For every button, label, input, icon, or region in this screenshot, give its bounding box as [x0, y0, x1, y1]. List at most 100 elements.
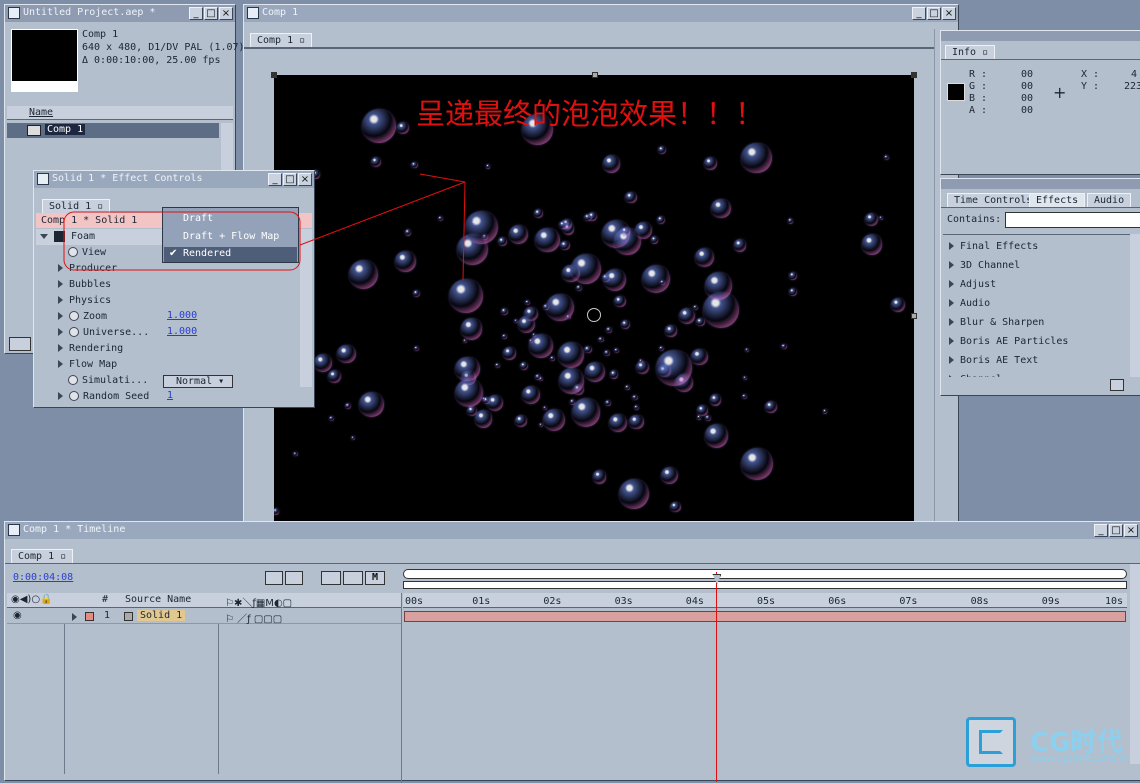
- effect-category[interactable]: Blur & Sharpen: [949, 313, 1044, 332]
- stopwatch-icon[interactable]: [69, 327, 79, 337]
- canvas-handle[interactable]: [592, 72, 598, 78]
- timecode-display[interactable]: 0:00:04:08: [13, 572, 73, 583]
- source-name-column-header[interactable]: Source Name: [125, 594, 191, 605]
- expand-triangle-icon[interactable]: [949, 280, 954, 288]
- project-item-comp[interactable]: Comp 1: [7, 123, 219, 138]
- maximize-button[interactable]: □: [204, 7, 218, 20]
- time-ruler[interactable]: 00s 01s 02s 03s 04s 05s 06s 07s 08s 09s 10s: [403, 593, 1127, 608]
- layer-switch-icons[interactable]: ⚐ ／ƒ ▢▢▢: [225, 610, 282, 625]
- expand-triangle-icon[interactable]: [58, 264, 63, 272]
- expand-triangle-icon[interactable]: [72, 613, 77, 621]
- effect-controls-titlebar[interactable]: Solid 1 * Effect Controls _ □ ×: [34, 171, 314, 188]
- time-navigator[interactable]: [403, 569, 1127, 579]
- expand-triangle-icon[interactable]: [949, 242, 954, 250]
- menu-option-rendered-row[interactable]: ✔ Rendered: [164, 247, 297, 262]
- effect-param-row[interactable]: Rendering: [58, 341, 123, 357]
- canvas-handle[interactable]: [911, 313, 917, 319]
- effect-param-value[interactable]: 1.000: [167, 310, 197, 321]
- effect-category[interactable]: Audio: [949, 294, 990, 313]
- close-button[interactable]: ×: [942, 7, 956, 20]
- shy-layers-icon[interactable]: [285, 571, 303, 585]
- motion-blur-icon[interactable]: [343, 571, 363, 585]
- effect-param-row[interactable]: Zoom: [58, 309, 107, 325]
- minimize-button[interactable]: _: [268, 173, 282, 186]
- effect-category[interactable]: 3D Channel: [949, 256, 1020, 275]
- layer-duration-bar[interactable]: [404, 611, 1126, 622]
- fx-icon[interactable]: [54, 230, 65, 242]
- playhead[interactable]: [716, 572, 718, 782]
- effect-category[interactable]: Final Effects: [949, 237, 1038, 256]
- simulation-dropdown[interactable]: Normal ▾: [163, 375, 233, 388]
- expand-triangle-icon[interactable]: [58, 360, 63, 368]
- effect-param-row[interactable]: Flow Map: [58, 357, 117, 373]
- maximize-button[interactable]: □: [1109, 524, 1123, 537]
- close-button[interactable]: ×: [219, 7, 233, 20]
- effect-param-row[interactable]: Universe...: [58, 325, 149, 341]
- canvas-handle[interactable]: [911, 72, 917, 78]
- find-icon[interactable]: [9, 337, 31, 351]
- minimize-button[interactable]: _: [1094, 524, 1108, 537]
- expand-triangle-icon[interactable]: [949, 318, 954, 326]
- expand-triangle-icon[interactable]: [58, 312, 63, 320]
- maximize-button[interactable]: □: [927, 7, 941, 20]
- timeline-scrollbar[interactable]: [1130, 564, 1140, 764]
- stopwatch-icon[interactable]: [68, 247, 78, 257]
- stopwatch-icon[interactable]: [69, 391, 79, 401]
- effect-category[interactable]: Boris AE Text: [949, 351, 1038, 370]
- effect-param-row[interactable]: View: [68, 245, 106, 261]
- expand-triangle-icon[interactable]: [58, 344, 63, 352]
- expand-triangle-icon[interactable]: [58, 392, 63, 400]
- name-column-header[interactable]: Name: [29, 107, 53, 118]
- menu-option-draft[interactable]: Draft: [183, 213, 213, 224]
- effect-param-row[interactable]: Bubbles: [58, 277, 111, 293]
- work-area-bar[interactable]: [403, 581, 1127, 589]
- effect-param-row[interactable]: Simulati...: [68, 373, 148, 389]
- expand-triangle-icon[interactable]: [949, 375, 954, 377]
- effect-param-row[interactable]: Random Seed: [58, 389, 149, 405]
- frame-blending-icon[interactable]: [321, 571, 341, 585]
- new-folder-icon[interactable]: [1110, 379, 1124, 391]
- layer-name[interactable]: Solid 1: [137, 610, 186, 621]
- eye-icon[interactable]: ◉: [13, 610, 22, 621]
- effect-category[interactable]: Channel: [949, 370, 1002, 377]
- effect-param-row[interactable]: Producer: [58, 261, 117, 277]
- contains-input[interactable]: [1005, 212, 1140, 228]
- close-button[interactable]: ×: [298, 173, 312, 186]
- maximize-button[interactable]: □: [283, 173, 297, 186]
- project-titlebar[interactable]: Untitled Project.aep * _ □ ×: [5, 5, 235, 22]
- expand-triangle-icon[interactable]: [58, 328, 63, 336]
- timeline-comp-tab[interactable]: Comp 1 ▫: [11, 549, 74, 563]
- effect-param-row[interactable]: Physics: [58, 293, 111, 309]
- effects-scrollbar[interactable]: [1130, 234, 1140, 377]
- tab-effects[interactable]: Effects: [1029, 193, 1086, 207]
- effect-category[interactable]: Boris AE Particles: [949, 332, 1068, 351]
- comp-flowchart-icon[interactable]: [265, 571, 283, 585]
- solid-tab[interactable]: Solid 1 ▫: [42, 199, 111, 213]
- comp-canvas[interactable]: 呈递最终的泡泡效果！！！: [274, 75, 914, 525]
- center-crosshair-icon[interactable]: [587, 308, 601, 322]
- label-color-icon[interactable]: [85, 612, 94, 621]
- expand-triangle-icon[interactable]: [58, 296, 63, 304]
- expand-triangle-icon[interactable]: [949, 299, 954, 307]
- expand-triangle-icon[interactable]: [949, 356, 954, 364]
- tab-time-controls[interactable]: Time Controls: [947, 193, 1040, 207]
- close-button[interactable]: ×: [1124, 524, 1138, 537]
- effect-param-value[interactable]: 1: [167, 390, 173, 401]
- tab-audio[interactable]: Audio: [1087, 193, 1132, 207]
- effect-category[interactable]: Adjust: [949, 275, 996, 294]
- layer-row[interactable]: ◉ 1 Solid 1 ⚐ ／ƒ ▢▢▢: [7, 609, 401, 625]
- minimize-button[interactable]: _: [189, 7, 203, 20]
- m-button-icon[interactable]: M: [365, 571, 385, 585]
- menu-option-draft-flow-map[interactable]: Draft + Flow Map: [183, 231, 279, 242]
- expand-triangle-icon[interactable]: [949, 261, 954, 269]
- info-tab[interactable]: Info ▫: [945, 45, 996, 59]
- effect-controls-scrollbar[interactable]: [300, 229, 312, 387]
- comp-titlebar[interactable]: Comp 1 _ □ ×: [244, 5, 958, 22]
- collapse-triangle-icon[interactable]: [40, 233, 48, 239]
- canvas-handle[interactable]: [271, 72, 277, 78]
- stopwatch-icon[interactable]: [69, 311, 79, 321]
- stopwatch-icon[interactable]: [68, 375, 78, 385]
- effect-param-value[interactable]: 1.000: [167, 326, 197, 337]
- expand-triangle-icon[interactable]: [58, 280, 63, 288]
- timeline-titlebar[interactable]: Comp 1 * Timeline _ □ ×: [5, 522, 1140, 539]
